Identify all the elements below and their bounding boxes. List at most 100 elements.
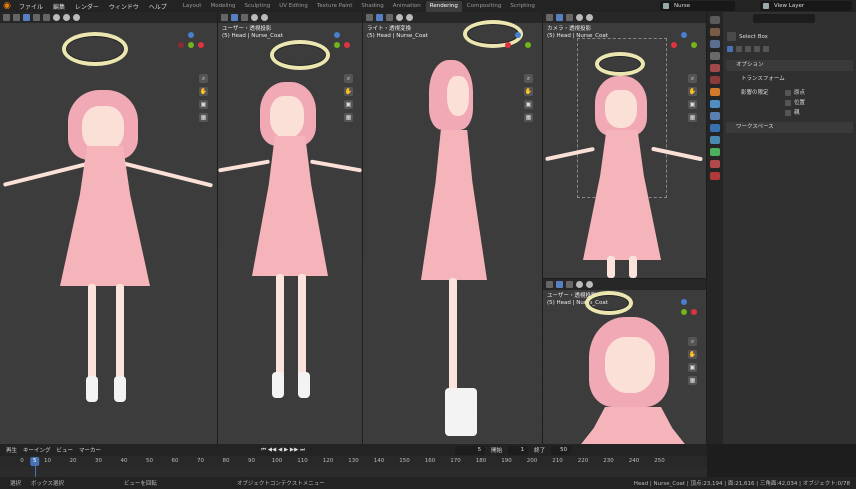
tab-scripting[interactable]: Scripting bbox=[506, 1, 538, 12]
shading-render-icon[interactable] bbox=[261, 14, 268, 21]
overlay-icon[interactable] bbox=[566, 14, 573, 21]
overlay-icon[interactable] bbox=[386, 14, 393, 21]
axis-gizmo[interactable] bbox=[505, 32, 533, 60]
shading-render-icon[interactable] bbox=[586, 281, 593, 288]
tab-compositing[interactable]: Compositing bbox=[463, 1, 505, 12]
checkbox-location[interactable]: 位置 bbox=[785, 98, 805, 106]
timeline-menu-marker[interactable]: マーカー bbox=[79, 446, 101, 454]
tab-layout[interactable]: Layout bbox=[179, 1, 206, 12]
constraints-tab-icon[interactable] bbox=[710, 136, 720, 144]
mode-new-icon[interactable] bbox=[727, 46, 733, 52]
grid-icon[interactable]: ▦ bbox=[688, 376, 697, 385]
shading-solid-icon[interactable] bbox=[576, 14, 583, 21]
overlay-icon[interactable] bbox=[33, 14, 40, 21]
axis-gizmo[interactable] bbox=[671, 299, 699, 327]
shading-render-icon[interactable] bbox=[73, 14, 80, 21]
zoom-icon[interactable]: ⌕ bbox=[688, 74, 697, 83]
checkbox-origin[interactable]: 原点 bbox=[785, 88, 805, 96]
shading-render-icon[interactable] bbox=[586, 14, 593, 21]
tab-sculpting[interactable]: Sculpting bbox=[241, 1, 275, 12]
mode-subtract-icon[interactable] bbox=[745, 46, 751, 52]
axis-gizmo[interactable] bbox=[671, 32, 699, 60]
camera-icon[interactable]: ▣ bbox=[524, 100, 533, 109]
object-tab-icon[interactable] bbox=[710, 88, 720, 96]
tab-shading[interactable]: Shading bbox=[357, 1, 387, 12]
axis-gizmo[interactable] bbox=[178, 32, 206, 60]
start-frame-field[interactable]: 1 bbox=[508, 445, 529, 455]
mode-icon[interactable] bbox=[13, 14, 20, 21]
mode-invert-icon[interactable] bbox=[754, 46, 760, 52]
tab-animation[interactable]: Animation bbox=[389, 1, 425, 12]
timeline-menu-keying[interactable]: キーイング bbox=[23, 446, 51, 454]
overlay-icon[interactable] bbox=[241, 14, 248, 21]
pan-hand-icon[interactable]: ✋ bbox=[199, 87, 208, 96]
pan-hand-icon[interactable]: ✋ bbox=[524, 87, 533, 96]
current-frame-indicator[interactable]: 5 bbox=[30, 457, 40, 466]
camera-icon[interactable]: ▣ bbox=[199, 100, 208, 109]
material-tab-icon[interactable] bbox=[710, 160, 720, 168]
blender-logo-icon[interactable]: ◉ bbox=[2, 1, 12, 11]
select-tool-icon[interactable] bbox=[23, 14, 30, 21]
shading-solid-icon[interactable] bbox=[53, 14, 60, 21]
gizmo-toggle-icon[interactable] bbox=[43, 14, 50, 21]
tab-modeling[interactable]: Modeling bbox=[206, 1, 239, 12]
editor-type-icon[interactable] bbox=[546, 281, 553, 288]
menu-window[interactable]: ウィンドウ bbox=[109, 4, 139, 11]
editor-type-icon[interactable] bbox=[366, 14, 373, 21]
editor-type-icon[interactable] bbox=[546, 14, 553, 21]
options-section[interactable]: オプション bbox=[726, 60, 853, 71]
particles-tab-icon[interactable] bbox=[710, 112, 720, 120]
pan-hand-icon[interactable]: ✋ bbox=[344, 87, 353, 96]
mode-intersect-icon[interactable] bbox=[763, 46, 769, 52]
shading-solid-icon[interactable] bbox=[396, 14, 403, 21]
scene-selector[interactable]: Nurse bbox=[660, 1, 735, 11]
tab-rendering[interactable]: Rendering bbox=[425, 0, 462, 12]
current-frame-field[interactable]: 5 bbox=[455, 445, 486, 455]
camera-icon[interactable]: ▣ bbox=[688, 363, 697, 372]
modifier-tab-icon[interactable] bbox=[710, 100, 720, 108]
view-layer-tab-icon[interactable] bbox=[710, 52, 720, 60]
zoom-icon[interactable]: ⌕ bbox=[199, 74, 208, 83]
select-tool-icon[interactable] bbox=[231, 14, 238, 21]
zoom-icon[interactable]: ⌕ bbox=[524, 74, 533, 83]
shading-material-icon[interactable] bbox=[63, 14, 70, 21]
viewport-camera[interactable]: カメラ・透視投影 (5) Head | Nurse_Coat ⌕ ✋ ▣ ▦ bbox=[543, 12, 706, 278]
select-box-icon[interactable] bbox=[727, 32, 736, 41]
editor-type-icon[interactable] bbox=[221, 14, 228, 21]
properties-search[interactable] bbox=[753, 14, 815, 23]
workspace-section[interactable]: ワークスペース bbox=[726, 122, 853, 133]
transform-subsection[interactable]: トランスフォーム bbox=[741, 74, 785, 82]
shading-solid-icon[interactable] bbox=[576, 281, 583, 288]
pan-hand-icon[interactable]: ✋ bbox=[688, 87, 697, 96]
grid-icon[interactable]: ▦ bbox=[199, 113, 208, 122]
world-tab-icon[interactable] bbox=[710, 76, 720, 84]
menu-edit[interactable]: 編集 bbox=[53, 4, 65, 11]
tab-texture-paint[interactable]: Texture Paint bbox=[313, 1, 357, 12]
physics-tab-icon[interactable] bbox=[710, 124, 720, 132]
texture-tab-icon[interactable] bbox=[710, 172, 720, 180]
timeline-ruler[interactable]: 0 10 20 30 40 50 60 70 80 90 100 110 120 130 140 150 160… bbox=[0, 456, 707, 489]
axis-gizmo[interactable] bbox=[324, 32, 352, 60]
editor-type-icon[interactable] bbox=[3, 14, 10, 21]
camera-icon[interactable]: ▣ bbox=[344, 100, 353, 109]
checkbox-parent[interactable]: 親 bbox=[785, 108, 800, 116]
select-tool-icon[interactable] bbox=[556, 281, 563, 288]
scene-tab-icon[interactable] bbox=[710, 64, 720, 72]
viewport-user-persp[interactable]: ユーザー・透視投影 (5) Head | Nurse_Coat ⌕ ✋ ▣ ▦ bbox=[218, 12, 362, 444]
render-tab-icon[interactable] bbox=[710, 28, 720, 36]
playback-controls[interactable]: ⏮ ◀◀ ◀ ▶ ▶▶ ⏭ bbox=[261, 447, 305, 454]
end-frame-field[interactable]: 50 bbox=[551, 445, 572, 455]
timeline-menu-view[interactable]: ビュー bbox=[57, 446, 74, 454]
viewport-front[interactable]: ⌕ ✋ ▣ ▦ bbox=[0, 12, 217, 444]
data-tab-icon[interactable] bbox=[710, 148, 720, 156]
view-layer-selector[interactable]: View Layer bbox=[760, 1, 852, 11]
shading-render-icon[interactable] bbox=[406, 14, 413, 21]
zoom-icon[interactable]: ⌕ bbox=[344, 74, 353, 83]
select-tool-icon[interactable] bbox=[376, 14, 383, 21]
zoom-icon[interactable]: ⌕ bbox=[688, 337, 697, 346]
select-tool-icon[interactable] bbox=[556, 14, 563, 21]
tab-uv-editing[interactable]: UV Editing bbox=[275, 1, 312, 12]
viewport-right-side[interactable]: ライト・透視変換 (5) Head | Nurse_Coat ⌕ ✋ ▣ ▦ bbox=[363, 12, 542, 444]
timeline-menu-playback[interactable]: 再生 bbox=[6, 446, 17, 454]
checkbox-icon[interactable] bbox=[785, 89, 791, 96]
